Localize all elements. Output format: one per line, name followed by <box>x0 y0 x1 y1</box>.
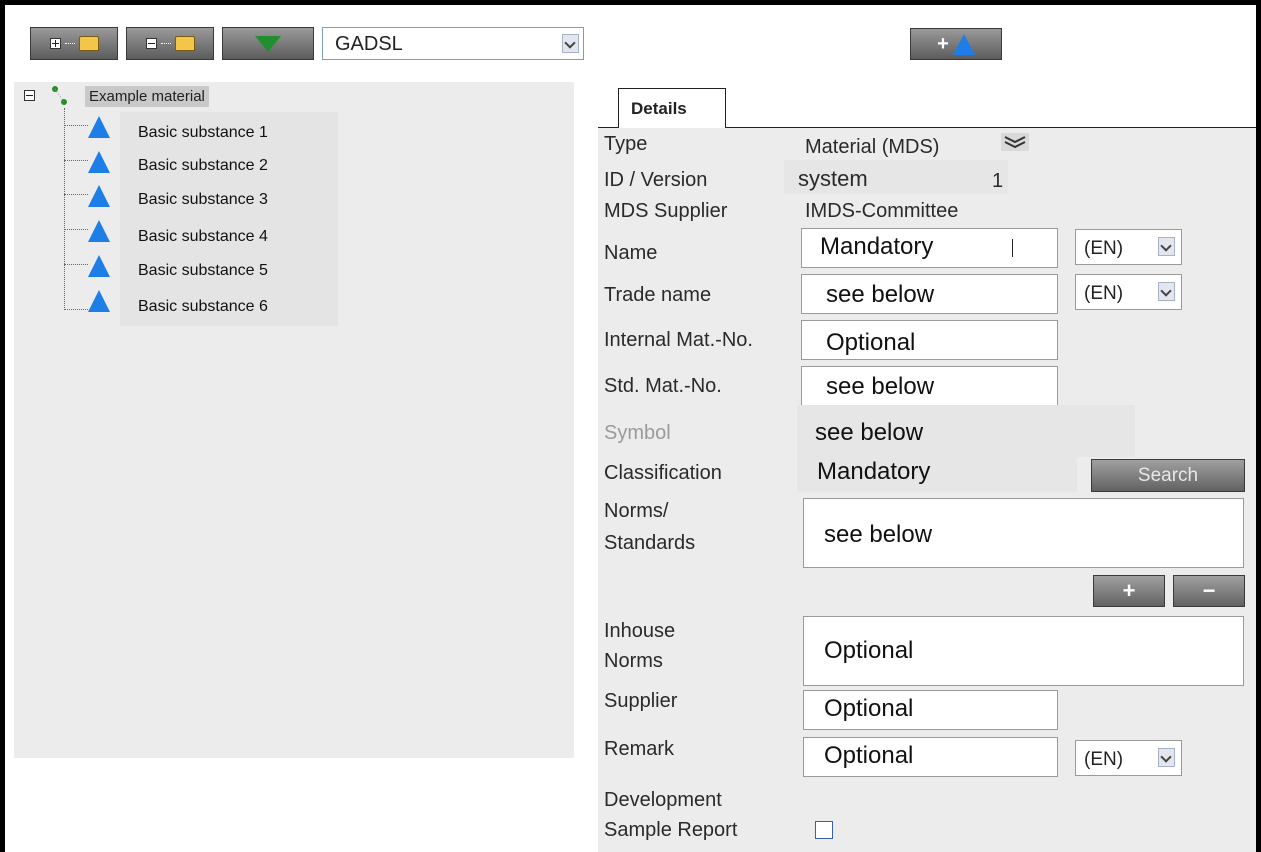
id-value: system <box>798 166 868 191</box>
tree-item-label: Basic substance 5 <box>138 262 268 279</box>
remark-value: Optional <box>824 742 914 769</box>
list-select[interactable]: GADSL <box>322 27 584 60</box>
chevron-down-icon[interactable] <box>1158 237 1175 256</box>
development-label-line2: Sample Report <box>604 819 738 841</box>
substance-triangle-icon <box>88 151 110 173</box>
inhouse-norms-textarea[interactable]: Optional <box>803 616 1244 686</box>
symbol-value: see below <box>815 419 924 446</box>
filter-button[interactable] <box>222 27 314 60</box>
substance-triangle-icon <box>88 255 110 277</box>
symbol-label: Symbol <box>604 422 671 444</box>
add-norm-button[interactable]: + <box>1093 575 1165 607</box>
remark-label: Remark <box>604 738 675 760</box>
inhouse-norms-value: Optional <box>824 637 914 664</box>
trade-language-select[interactable]: (EN) <box>1075 274 1182 310</box>
tree-root-label: Example material <box>85 86 209 107</box>
tree-connector <box>64 160 88 161</box>
remark-language-select[interactable]: (EN) <box>1075 740 1182 776</box>
tree-connector <box>64 309 88 310</box>
trade-name-label: Trade name <box>604 284 712 306</box>
trade-name-input[interactable]: see below <box>801 274 1058 314</box>
tree-connector <box>64 194 88 195</box>
plus-icon: + <box>937 32 949 55</box>
tree-connector <box>64 229 88 230</box>
list-select-value: GADSL <box>335 33 403 55</box>
folder-icon <box>78 36 99 51</box>
classification-label: Classification <box>604 462 722 484</box>
remark-language-value: (EN) <box>1084 749 1124 770</box>
type-label: Type <box>604 133 648 155</box>
internal-mat-no-value: Optional <box>826 329 916 356</box>
std-mat-no-input[interactable]: see below <box>801 366 1058 406</box>
internal-mat-no-label: Internal Mat.-No. <box>604 329 753 351</box>
type-value: Material (MDS) <box>805 136 940 158</box>
substance-triangle-icon <box>88 290 110 312</box>
name-language-select[interactable]: (EN) <box>1075 229 1182 265</box>
collapse-icon <box>145 38 157 49</box>
expand-icon <box>49 38 61 49</box>
remove-norm-button[interactable]: − <box>1173 575 1245 607</box>
collapse-node-icon[interactable] <box>24 90 35 101</box>
material-icon <box>50 84 70 108</box>
remark-input[interactable]: Optional <box>803 737 1058 777</box>
supplier-input[interactable]: Optional <box>803 690 1058 730</box>
supplier-label: Supplier <box>604 690 678 712</box>
trade-language-value: (EN) <box>1084 283 1124 304</box>
trade-name-value: see below <box>826 281 935 308</box>
std-mat-no-value: see below <box>826 373 935 400</box>
tree-item-label: Basic substance 3 <box>138 191 268 208</box>
filter-icon <box>255 35 281 52</box>
norms-value: see below <box>824 521 933 548</box>
tree-item-label: Basic substance 1 <box>138 124 268 141</box>
substance-triangle-icon <box>952 33 975 55</box>
classification-value: Mandatory <box>817 458 931 485</box>
search-button[interactable]: Search <box>1091 459 1245 492</box>
version-value: 1 <box>992 170 1004 192</box>
collapse-all-button[interactable] <box>126 27 214 60</box>
name-input-value: Mandatory <box>820 233 934 260</box>
inhouse-norms-label-line1: Inhouse <box>604 620 676 642</box>
tree-items-background <box>120 112 338 326</box>
name-language-value: (EN) <box>1084 238 1124 259</box>
classification-field: Mandatory <box>797 452 1077 492</box>
symbol-field: see below <box>797 405 1135 457</box>
supplier-value: Optional <box>824 695 914 722</box>
folder-icon <box>174 36 195 51</box>
substance-triangle-icon <box>88 116 110 138</box>
id-field: system 1 <box>784 160 1008 194</box>
tree-connector <box>64 108 65 310</box>
substance-triangle-icon <box>88 220 110 242</box>
mds-supplier-label: MDS Supplier <box>604 200 728 222</box>
tree-line-icon <box>64 43 75 44</box>
mds-supplier-value: IMDS-Committee <box>805 200 959 222</box>
chevron-down-icon[interactable] <box>1158 282 1175 301</box>
development-sample-checkbox[interactable] <box>815 821 833 839</box>
id-version-label: ID / Version <box>604 169 708 191</box>
development-label-line1: Development <box>604 789 722 811</box>
norms-standards-textarea[interactable]: see below <box>803 498 1244 568</box>
tree-item-label: Basic substance 4 <box>138 228 268 245</box>
tree-connector <box>64 264 88 265</box>
expand-all-button[interactable] <box>30 27 118 60</box>
internal-mat-no-input[interactable]: Optional <box>801 320 1058 360</box>
tab-details[interactable]: Details <box>618 88 726 128</box>
tree-item-label: Basic substance 6 <box>138 298 268 315</box>
text-cursor <box>1012 239 1013 257</box>
chevron-down-icon[interactable] <box>562 34 579 53</box>
norms-label-line2: Standards <box>604 532 696 554</box>
std-mat-no-label: Std. Mat.-No. <box>604 375 722 397</box>
substance-triangle-icon <box>88 185 110 207</box>
inhouse-norms-label-line2: Norms <box>604 650 663 672</box>
chevron-down-icon[interactable] <box>1158 748 1175 767</box>
add-substance-button[interactable]: + <box>910 28 1002 60</box>
name-input[interactable]: Mandatory <box>801 228 1058 268</box>
tree-connector <box>64 125 88 126</box>
tree-item-label: Basic substance 2 <box>138 157 268 174</box>
tree-line-icon <box>160 43 171 44</box>
norms-label-line1: Norms/ <box>604 500 669 522</box>
expand-type-icon[interactable] <box>1001 133 1029 151</box>
name-label: Name <box>604 242 658 264</box>
